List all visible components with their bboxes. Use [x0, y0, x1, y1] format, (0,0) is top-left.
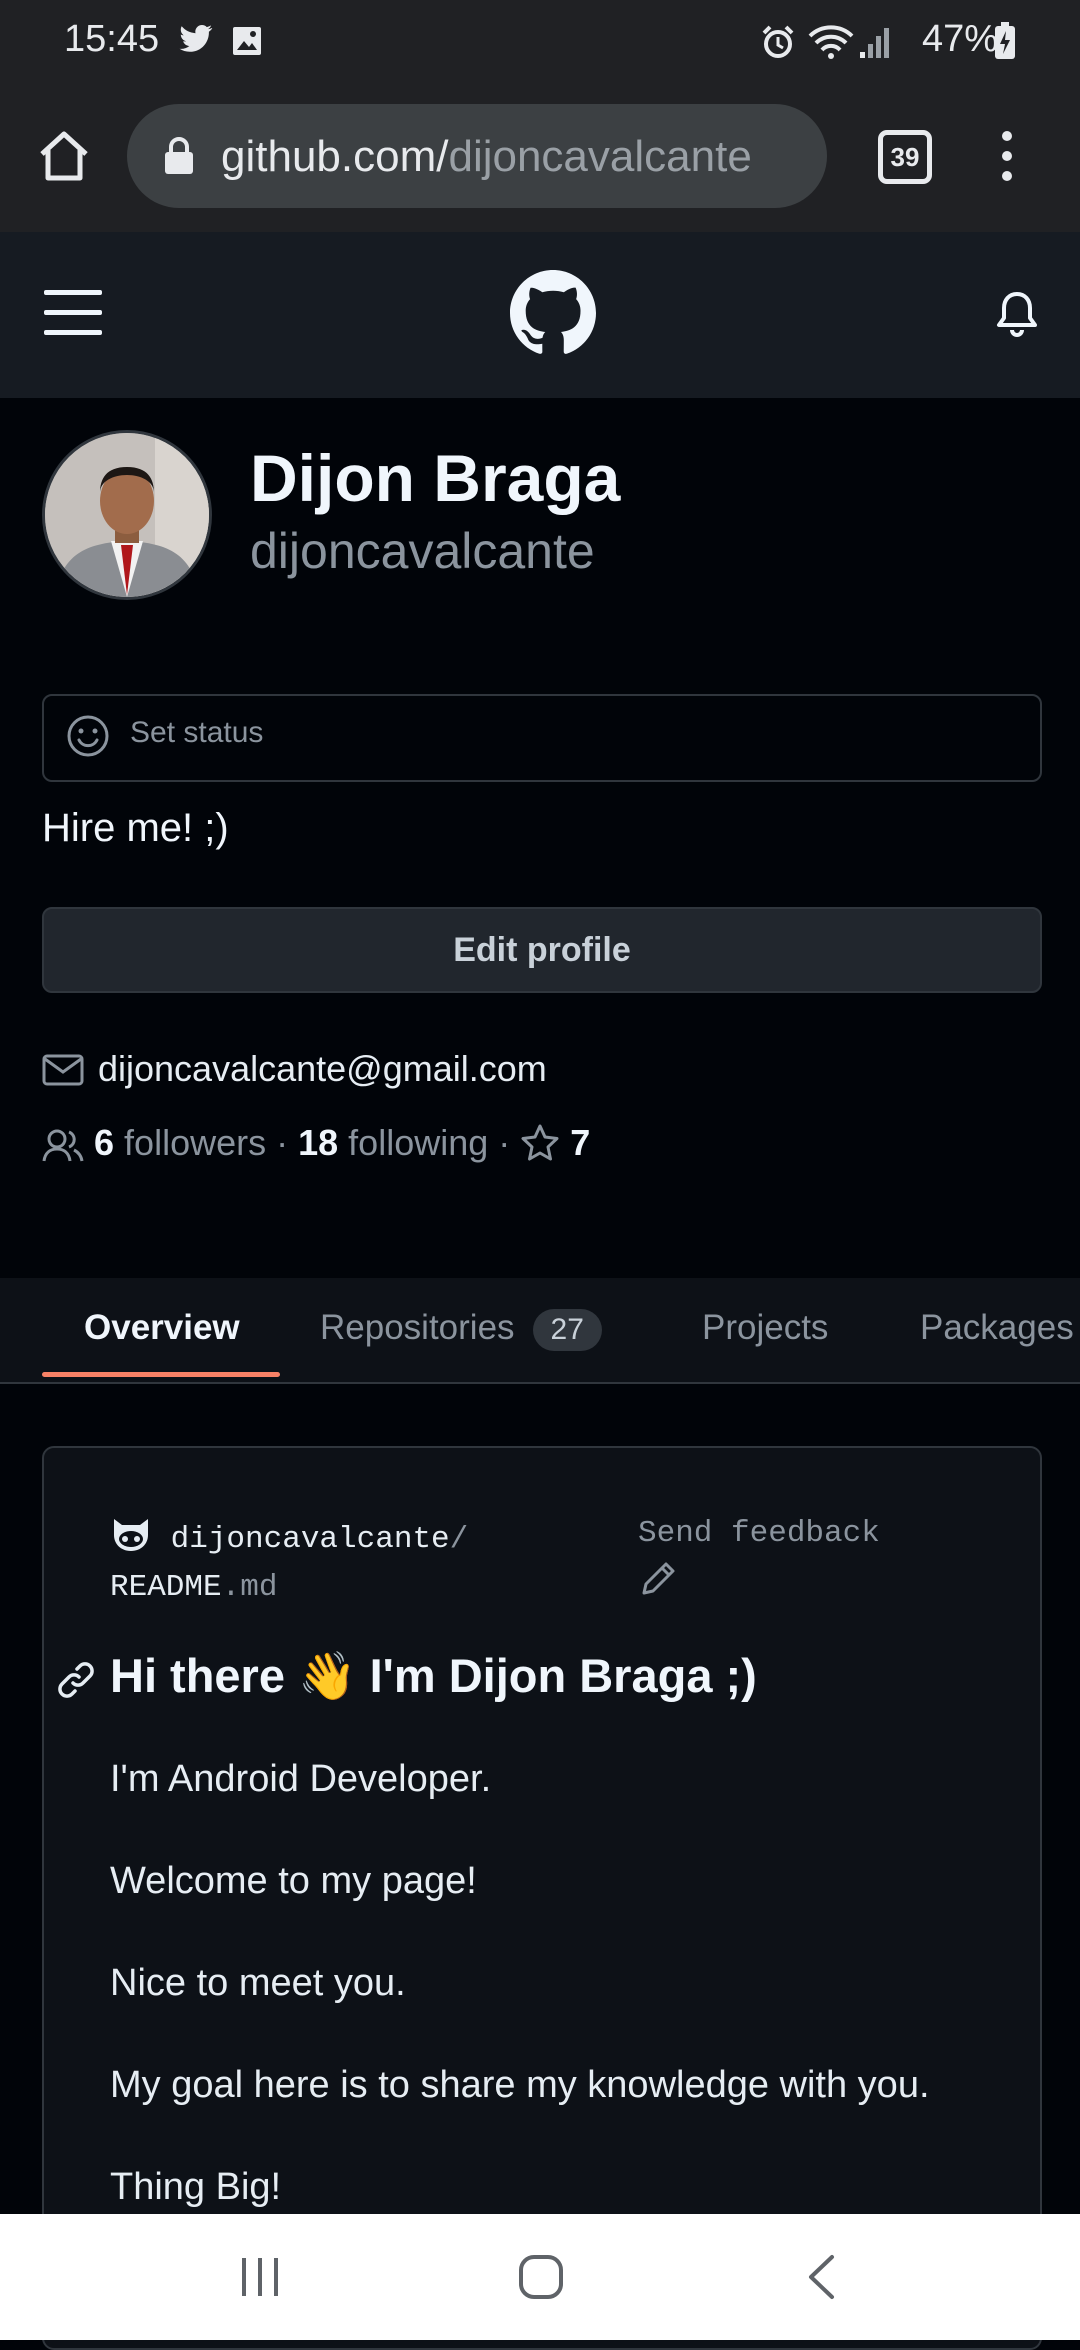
send-feedback-link[interactable]: Send feedback: [638, 1516, 880, 1609]
following-label: following: [348, 1122, 489, 1163]
bell-icon[interactable]: [996, 290, 1038, 338]
readme-file-ext: .md: [221, 1570, 278, 1605]
people-icon: [42, 1129, 84, 1162]
tab-projects[interactable]: Projects: [702, 1308, 828, 1348]
url-path: dijoncavalcante: [448, 132, 752, 181]
profile-name: Dijon Braga: [250, 441, 621, 515]
tab-overview[interactable]: Overview: [84, 1308, 240, 1348]
stars-link[interactable]: 7: [520, 1122, 590, 1163]
octocat-icon: [114, 1519, 148, 1551]
send-feedback-label: Send feedback: [638, 1516, 880, 1551]
readme-line: Thing Big!: [110, 2166, 282, 2208]
tab-repositories-label: Repositories: [320, 1308, 515, 1347]
readme-line: I'm Android Developer.: [110, 1758, 492, 1800]
profile-email-link[interactable]: dijoncavalcante@gmail.com: [98, 1048, 547, 1090]
profile-login: dijoncavalcante: [250, 523, 595, 579]
readme-line: Welcome to my page!: [110, 1860, 477, 1902]
following-count: 18: [298, 1122, 339, 1163]
hamburger-menu-icon[interactable]: [44, 288, 102, 338]
lock-icon: [165, 137, 193, 174]
signal-icon: [860, 28, 889, 58]
set-status-label: Set status: [130, 716, 264, 749]
image-icon: [233, 27, 261, 55]
profile-tabs: Overview Repositories 27 Projects Package…: [0, 1278, 1080, 1384]
readme-owner-link[interactable]: dijoncavalcante: [171, 1522, 450, 1557]
avatar[interactable]: [42, 430, 212, 600]
readme-file-link[interactable]: README: [110, 1570, 222, 1605]
star-icon: [521, 1124, 559, 1161]
browser-toolbar: github.com/dijoncavalcante 39: [0, 84, 1080, 232]
avatar-photo: [45, 433, 209, 597]
stars-count: 7: [570, 1122, 591, 1163]
home-button-icon[interactable]: [518, 2254, 564, 2300]
status-bar: 15:45 47%: [0, 0, 1080, 84]
followers-count: 6: [94, 1122, 115, 1163]
alarm-icon: [762, 25, 794, 58]
github-header: [0, 232, 1080, 398]
profile-bio: Hire me! ;): [42, 806, 229, 850]
url-text: github.com/dijoncavalcante: [221, 132, 752, 182]
more-menu-icon[interactable]: [996, 128, 1018, 184]
readme-line: My goal here is to share my knowledge wi…: [110, 2064, 930, 2106]
recent-apps-icon[interactable]: [238, 2256, 282, 2298]
following-link[interactable]: 18 following: [298, 1122, 488, 1163]
battery-icon: [995, 22, 1015, 59]
system-nav-bar: [0, 2214, 1080, 2340]
tab-packages[interactable]: Packages: [920, 1308, 1074, 1348]
url-host: github.com/: [221, 132, 449, 181]
active-tab-underline: [42, 1372, 280, 1377]
readme-line: Nice to meet you.: [110, 1962, 406, 2004]
followers-label: followers: [124, 1122, 267, 1163]
tab-switcher-button[interactable]: 39: [878, 130, 932, 184]
github-logo-icon[interactable]: [510, 270, 596, 356]
mail-icon: [42, 1054, 84, 1086]
twitter-icon: [179, 25, 213, 52]
pencil-icon[interactable]: [638, 1559, 678, 1599]
edit-profile-button[interactable]: Edit profile: [42, 907, 1042, 993]
smiley-icon: [67, 715, 109, 757]
back-icon[interactable]: [806, 2254, 836, 2300]
followers-link[interactable]: 6 followers: [94, 1122, 266, 1163]
readme-path-sep: /: [449, 1522, 469, 1557]
tab-repositories[interactable]: Repositories 27: [320, 1308, 602, 1351]
readme-path: dijoncavalcante/ README.md: [110, 1516, 468, 1612]
address-bar[interactable]: github.com/dijoncavalcante: [127, 104, 827, 208]
status-time: 15:45: [64, 18, 160, 60]
anchor-link-icon[interactable]: [56, 1660, 96, 1700]
wifi-icon: [808, 25, 854, 59]
repositories-count-badge: 27: [532, 1309, 602, 1351]
home-icon[interactable]: [36, 128, 92, 184]
set-status-button[interactable]: Set status: [42, 694, 1042, 782]
battery-percent: 47%: [921, 18, 998, 60]
social-counts: 6 followers · 18 following · 7: [94, 1122, 591, 1163]
readme-heading: Hi there 👋 I'm Dijon Braga ;): [110, 1649, 757, 1702]
